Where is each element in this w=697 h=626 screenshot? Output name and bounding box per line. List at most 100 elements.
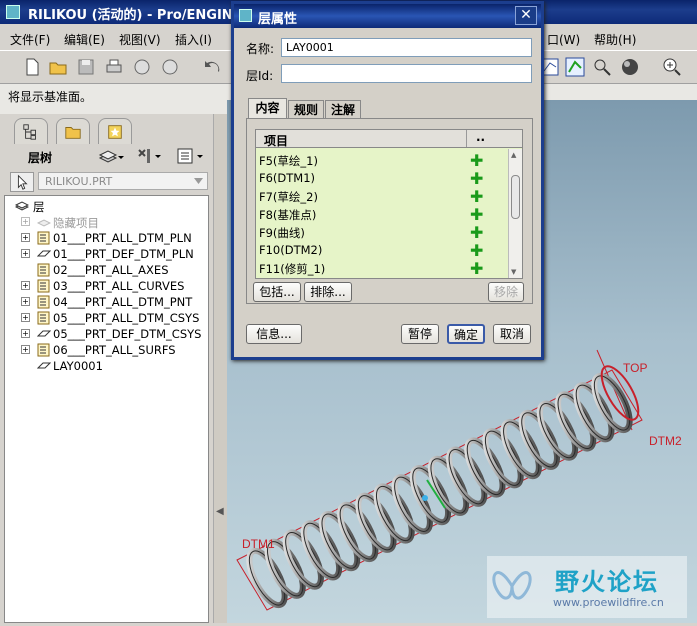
tab-folder-browser[interactable] bbox=[56, 118, 90, 144]
exclude-button[interactable]: 排除... bbox=[304, 282, 352, 302]
name-field[interactable]: LAY0001 bbox=[281, 38, 532, 57]
layer-icon bbox=[37, 330, 51, 337]
close-icon[interactable]: ✕ bbox=[515, 6, 537, 25]
tree-item-label: 05___PRT_DEF_DTM_CSYS bbox=[53, 327, 202, 341]
panel-splitter[interactable]: ◀ bbox=[213, 114, 227, 623]
expand-icon[interactable]: + bbox=[21, 249, 30, 258]
expand-icon[interactable]: + bbox=[21, 233, 30, 242]
scroll-up-icon[interactable]: ▲ bbox=[511, 151, 516, 159]
remove-button[interactable]: 移除 bbox=[488, 282, 524, 302]
pause-button[interactable]: 暂停 bbox=[401, 324, 439, 344]
tab-notes[interactable]: 注解 bbox=[325, 100, 361, 119]
tree-item-label: 05___PRT_ALL_DTM_CSYS bbox=[53, 311, 200, 325]
tree-item-label: 06___PRT_ALL_SURFS bbox=[53, 343, 176, 357]
show-menu-icon[interactable] bbox=[176, 147, 206, 165]
tree-item-label: 01___PRT_DEF_DTM_PLN bbox=[53, 247, 194, 261]
menu-insert[interactable]: 插入(I) bbox=[175, 31, 212, 48]
layer-items-list: 项目 .. F5(草绘_1) F6(DTM1) F7(草绘_2) F8(基准点)… bbox=[255, 129, 523, 279]
rule-layer-icon bbox=[37, 231, 50, 245]
list-item[interactable]: F5(草绘_1) bbox=[259, 153, 318, 169]
tab-favorites[interactable] bbox=[98, 118, 132, 144]
menu-edit[interactable]: 编辑(E) bbox=[64, 31, 105, 48]
tree-item[interactable]: + 03___PRT_ALL_CURVES bbox=[5, 278, 205, 294]
list-item-label: F11(修剪_1) bbox=[259, 262, 326, 276]
link-icon[interactable] bbox=[160, 57, 180, 77]
list-item[interactable]: F7(草绘_2) bbox=[259, 189, 318, 205]
tools-menu-icon[interactable] bbox=[136, 147, 162, 165]
scroll-down-icon[interactable]: ▼ bbox=[511, 268, 516, 276]
layer-menu-icon[interactable] bbox=[98, 148, 124, 166]
name-field-value: LAY0001 bbox=[286, 41, 334, 54]
include-button[interactable]: 包括... bbox=[253, 282, 301, 302]
butterfly-logo-icon bbox=[492, 571, 532, 600]
tree-root[interactable]: 层 bbox=[5, 198, 205, 214]
tab-content[interactable]: 内容 bbox=[248, 98, 287, 119]
new-file-icon[interactable] bbox=[22, 57, 42, 77]
menu-window[interactable]: 口(W) bbox=[547, 31, 580, 48]
tree-item[interactable]: + 05___PRT_ALL_DTM_CSYS bbox=[5, 310, 205, 326]
collapse-arrow-icon[interactable]: ◀ bbox=[216, 506, 224, 517]
tree-item-label: 02___PRT_ALL_AXES bbox=[53, 263, 169, 277]
list-item[interactable]: F6(DTM1) bbox=[259, 171, 315, 185]
send-mail-icon[interactable] bbox=[132, 57, 152, 77]
list-scrollbar[interactable]: ▲ ▼ bbox=[508, 149, 522, 278]
expand-icon[interactable]: + bbox=[21, 297, 30, 306]
list-item[interactable]: F10(DTM2) bbox=[259, 243, 322, 257]
window-title: RILIKOU (活动的) - Pro/ENGINEER bbox=[28, 8, 261, 23]
cancel-button[interactable]: 取消 bbox=[493, 324, 531, 344]
column-header-item[interactable]: 项目 bbox=[264, 132, 288, 149]
expand-icon[interactable]: + bbox=[21, 281, 30, 290]
menu-file[interactable]: 文件(F) bbox=[10, 31, 50, 48]
part-selector-value: RILIKOU.PRT bbox=[45, 175, 113, 188]
info-button[interactable]: 信息... bbox=[246, 324, 302, 344]
tree-item[interactable]: + 06___PRT_ALL_SURFS bbox=[5, 342, 205, 358]
tab-rules[interactable]: 规则 bbox=[288, 100, 324, 119]
column-header-status[interactable]: .. bbox=[466, 130, 494, 147]
tree-item-hidden[interactable]: + 隐藏项目 bbox=[5, 214, 205, 230]
rule-layer-icon bbox=[37, 343, 50, 357]
open-folder-icon[interactable] bbox=[48, 57, 68, 77]
tree-root-label: 层 bbox=[33, 200, 45, 214]
list-item[interactable]: F9(曲线) bbox=[259, 225, 305, 241]
point-display-icon[interactable] bbox=[592, 57, 612, 77]
save-icon[interactable] bbox=[76, 57, 96, 77]
zoom-in-icon[interactable] bbox=[662, 57, 682, 77]
shading-sphere-icon[interactable] bbox=[620, 57, 640, 77]
part-selector[interactable]: RILIKOU.PRT bbox=[38, 172, 208, 190]
list-item-label: F6(DTM1) bbox=[259, 171, 316, 185]
tree-item[interactable]: + 04___PRT_ALL_DTM_PNT bbox=[5, 294, 205, 310]
scroll-thumb[interactable] bbox=[511, 175, 520, 219]
tree-item-lay0001[interactable]: LAY0001 bbox=[5, 358, 205, 374]
rule-layer-icon bbox=[37, 279, 50, 293]
tree-item[interactable]: + 01___PRT_DEF_DTM_PLN bbox=[5, 246, 205, 262]
layer-tree-title: 层树 bbox=[28, 151, 53, 165]
menu-help[interactable]: 帮助(H) bbox=[594, 31, 636, 48]
point-marker bbox=[422, 495, 428, 501]
expand-icon[interactable]: + bbox=[21, 345, 30, 354]
layer-id-field[interactable] bbox=[281, 64, 532, 83]
select-arrow-button[interactable] bbox=[10, 172, 34, 192]
included-plus-icon: ✚ bbox=[470, 259, 484, 278]
ok-button[interactable]: 确定 bbox=[447, 324, 485, 344]
undo-icon[interactable] bbox=[203, 57, 223, 77]
expand-icon[interactable]: + bbox=[21, 329, 30, 338]
datum-axis-icon[interactable] bbox=[565, 57, 585, 77]
list-item[interactable]: F8(基准点) bbox=[259, 207, 316, 223]
included-plus-icon: ✚ bbox=[470, 151, 484, 170]
menu-view[interactable]: 视图(V) bbox=[119, 31, 161, 48]
rule-layer-icon bbox=[37, 311, 50, 325]
expand-icon[interactable]: + bbox=[21, 217, 30, 226]
tree-item[interactable]: 02___PRT_ALL_AXES bbox=[5, 262, 205, 278]
print-icon[interactable] bbox=[104, 57, 124, 77]
list-item-label: F10(DTM2) bbox=[259, 243, 323, 257]
dialog-title-bar[interactable]: 层属性 ✕ bbox=[234, 4, 541, 28]
tree-item[interactable]: + 01___PRT_ALL_DTM_PLN bbox=[5, 230, 205, 246]
watermark-url: www.proewildfire.cn bbox=[553, 596, 664, 609]
tree-item[interactable]: + 05___PRT_DEF_DTM_CSYS bbox=[5, 326, 205, 342]
watermark-brand: 野火论坛 bbox=[555, 568, 659, 596]
tab-model-tree[interactable] bbox=[14, 118, 48, 144]
expand-icon[interactable]: + bbox=[21, 313, 30, 322]
name-label: 名称: bbox=[246, 42, 275, 56]
list-item[interactable]: F11(修剪_1) bbox=[259, 261, 325, 277]
chevron-down-icon bbox=[194, 178, 203, 184]
